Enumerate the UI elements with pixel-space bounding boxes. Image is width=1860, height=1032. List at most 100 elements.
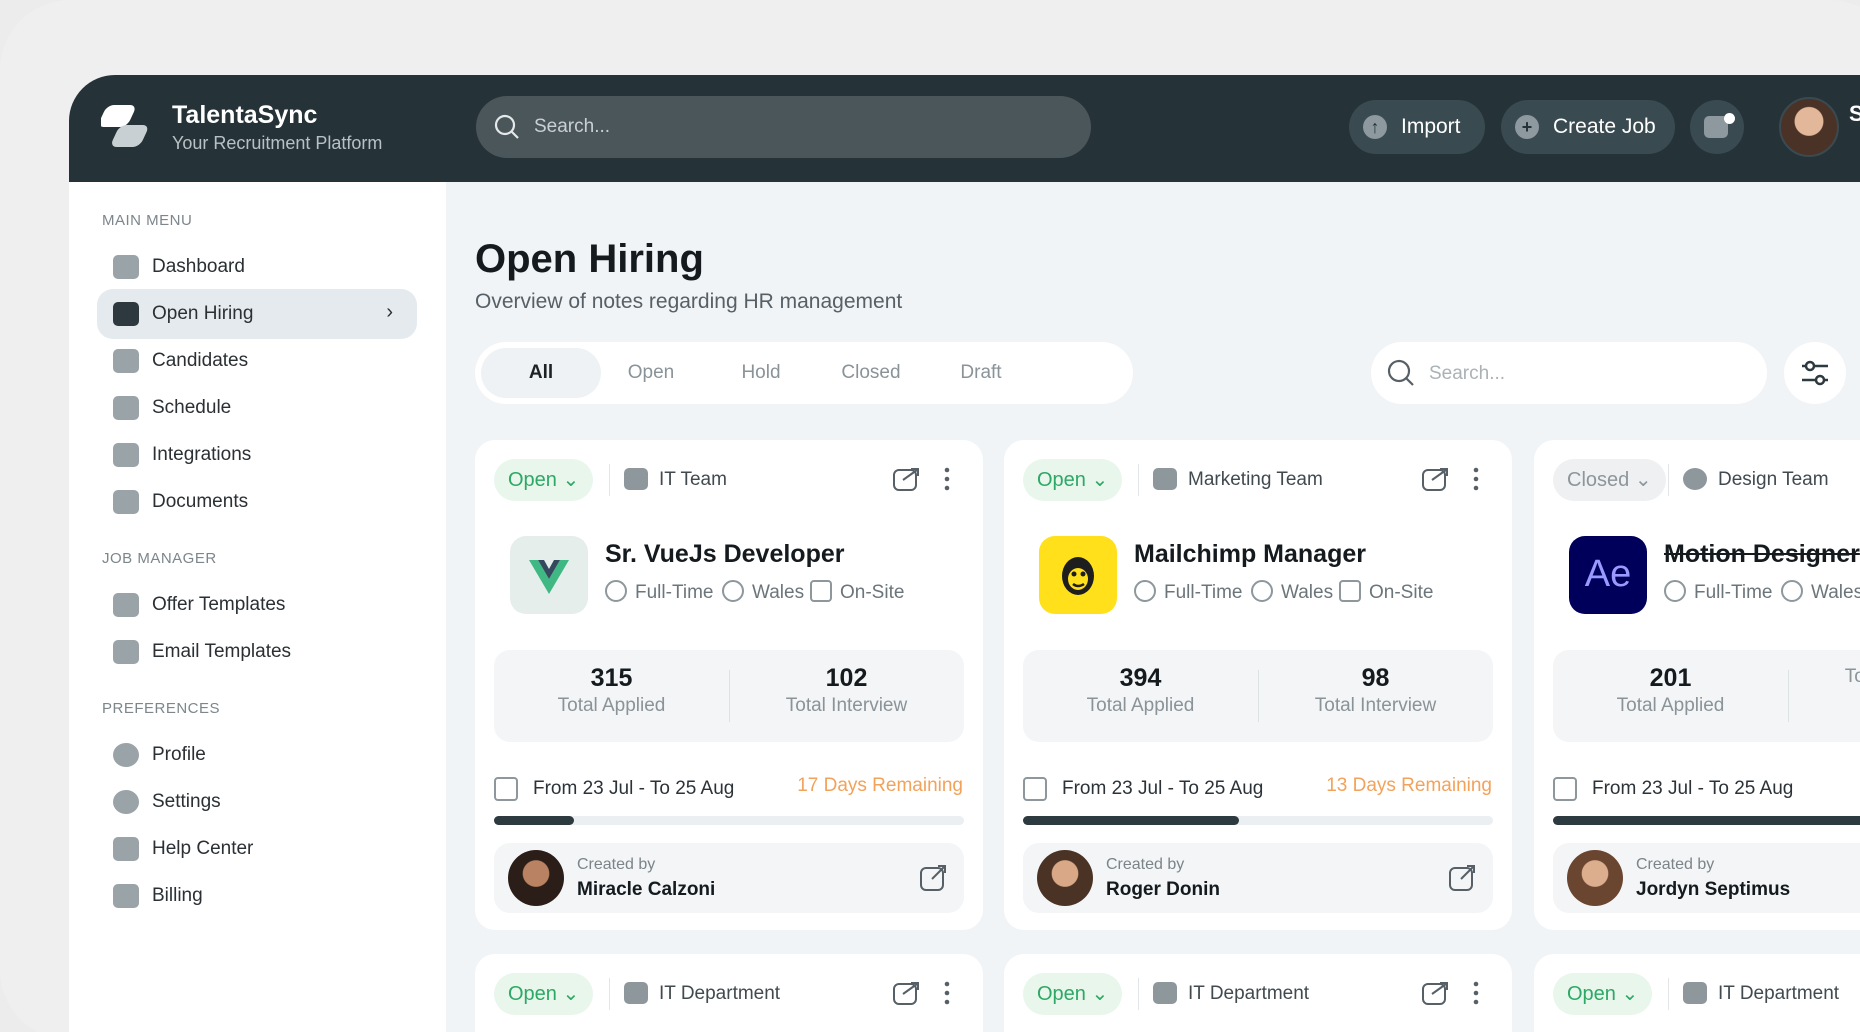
total-interview-value: 102 <box>825 664 868 692</box>
sidebar-item-settings[interactable]: Settings <box>97 777 417 827</box>
rocket-icon <box>113 443 139 467</box>
creator-avatar <box>1567 850 1623 906</box>
global-search-input[interactable]: Search... <box>476 96 1091 158</box>
sidebar-item-documents[interactable]: Documents <box>97 477 417 527</box>
filter-button[interactable] <box>1784 342 1846 404</box>
job-location-label: Wales <box>752 582 805 603</box>
sidebar-item-label: Settings <box>152 791 221 812</box>
status-dropdown[interactable]: Open ⌄ <box>494 459 594 501</box>
progress-fill <box>1553 816 1860 825</box>
sidebar-item-integrations[interactable]: Integrations <box>97 430 417 480</box>
total-applied-value: 315 <box>590 664 633 692</box>
tab-open[interactable]: Open <box>591 348 711 398</box>
job-search-input[interactable]: Search... <box>1371 342 1767 404</box>
divider <box>1138 464 1139 496</box>
palette-icon <box>1683 468 1707 490</box>
sidebar-item-open-hiring[interactable]: Open Hiring › <box>97 289 417 339</box>
share-icon[interactable] <box>891 464 921 494</box>
sidebar-item-candidates[interactable]: Candidates <box>97 336 417 386</box>
calendar-icon <box>1553 777 1577 801</box>
applicant-stats: 201 Total Applied Total Interview <box>1553 650 1860 742</box>
import-button[interactable]: ↑ Import <box>1349 100 1485 154</box>
after-effects-logo-icon: Ae <box>1569 536 1647 614</box>
divider <box>1138 978 1139 1010</box>
total-interview-label: Total Interview <box>1314 695 1437 716</box>
calendar-icon <box>113 396 139 420</box>
status-label: Closed <box>1567 469 1630 491</box>
sidebar-item-profile[interactable]: Profile <box>97 730 417 780</box>
briefcase-icon <box>113 302 139 326</box>
more-vertical-icon[interactable] <box>1472 464 1480 494</box>
job-card[interactable]: Open ⌄ Marketing Team Mailchimp Manager … <box>1004 440 1512 930</box>
sidebar-item-offer-templates[interactable]: Offer Templates <box>97 580 417 630</box>
sidebar-item-schedule[interactable]: Schedule <box>97 383 417 433</box>
sidebar-item-label: Profile <box>152 744 206 765</box>
user-avatar[interactable] <box>1779 97 1839 157</box>
status-dropdown[interactable]: Closed ⌄ <box>1553 459 1666 501</box>
tab-draft[interactable]: Draft <box>921 348 1041 398</box>
creator-info: Created by Jordyn Septimus <box>1553 843 1860 913</box>
share-icon[interactable] <box>891 978 921 1008</box>
main-content: Open Hiring Overview of notes regarding … <box>446 182 1860 1032</box>
vuejs-logo-icon <box>510 536 588 614</box>
job-card[interactable]: Open ⌄ IT Department <box>475 954 983 1032</box>
status-label: Open <box>1567 983 1616 1005</box>
svg-text:Ae: Ae <box>1585 553 1631 595</box>
tab-closed[interactable]: Closed <box>811 348 931 398</box>
applicant-stats: 394 Total Applied 98 Total Interview <box>1023 650 1493 742</box>
page-title: Open Hiring <box>475 237 704 281</box>
users-icon <box>113 349 139 373</box>
status-dropdown[interactable]: Open ⌄ <box>1023 973 1123 1015</box>
job-title: Mailchimp Manager <box>1134 540 1366 568</box>
chevron-down-icon: ⌄ <box>562 983 580 1005</box>
sidebar: MAIN MENU Dashboard Open Hiring › Candid… <box>69 182 446 1032</box>
sidebar-item-dashboard[interactable]: Dashboard <box>97 242 417 292</box>
status-dropdown[interactable]: Open ⌄ <box>494 973 594 1015</box>
archive-icon <box>113 593 139 617</box>
app-window: TalentaSync Your Recruitment Platform Se… <box>69 75 1860 1032</box>
total-applied-label: Total Applied <box>1616 695 1725 716</box>
share-icon[interactable] <box>1420 464 1450 494</box>
job-card[interactable]: Open ⌄ IT Department <box>1534 954 1860 1032</box>
job-card[interactable]: Closed ⌄ Design Team Ae Motion Designer … <box>1534 440 1860 930</box>
job-card[interactable]: Open ⌄ IT Team Sr. VueJs Developer Full-… <box>475 440 983 930</box>
sidebar-item-email-templates[interactable]: Email Templates <box>97 627 417 677</box>
more-vertical-icon[interactable] <box>943 464 951 494</box>
external-link-icon[interactable] <box>918 863 948 893</box>
hiring-progress-bar <box>1553 816 1860 825</box>
notifications-button[interactable] <box>1690 100 1744 154</box>
more-vertical-icon[interactable] <box>943 978 951 1008</box>
total-interview-stat: Total Interview <box>1788 664 1860 688</box>
clock-icon <box>605 580 627 602</box>
user-name-initial: S <box>1849 101 1860 126</box>
status-dropdown[interactable]: Open ⌄ <box>1553 973 1653 1015</box>
sidebar-item-label: Dashboard <box>152 256 245 277</box>
work-mode: On-Site <box>810 580 904 604</box>
sidebar-item-label: Schedule <box>152 397 232 418</box>
sidebar-item-help-center[interactable]: Help Center <box>97 824 417 874</box>
create-job-button[interactable]: + Create Job <box>1501 100 1675 154</box>
total-interview-label: Total Interview <box>785 695 908 716</box>
job-manager-heading: JOB MANAGER <box>102 550 217 567</box>
share-icon[interactable] <box>1420 978 1450 1008</box>
more-vertical-icon[interactable] <box>1472 978 1480 1008</box>
external-link-icon[interactable] <box>1447 863 1477 893</box>
calendar-icon <box>494 777 518 801</box>
tab-hold[interactable]: Hold <box>701 348 821 398</box>
sidebar-item-label: Billing <box>152 885 203 906</box>
help-icon <box>113 837 139 861</box>
work-mode-label: On-Site <box>840 582 905 603</box>
days-remaining: 17 Days Remaining <box>797 775 963 796</box>
page-subtitle: Overview of notes regarding HR managemen… <box>475 290 903 313</box>
status-dropdown[interactable]: Open ⌄ <box>1023 459 1123 501</box>
job-card[interactable]: Open ⌄ IT Department <box>1004 954 1512 1032</box>
sidebar-item-label: Offer Templates <box>152 594 286 615</box>
tab-all[interactable]: All <box>481 348 601 398</box>
created-by-label: Created by <box>1106 856 1185 873</box>
employment-type-label: Full-Time <box>635 582 714 603</box>
status-label: Open <box>508 469 557 491</box>
building-icon <box>810 580 832 602</box>
sidebar-item-billing[interactable]: Billing <box>97 871 417 921</box>
location-pin-icon <box>1251 580 1273 602</box>
app-tagline: Your Recruitment Platform <box>172 133 383 153</box>
